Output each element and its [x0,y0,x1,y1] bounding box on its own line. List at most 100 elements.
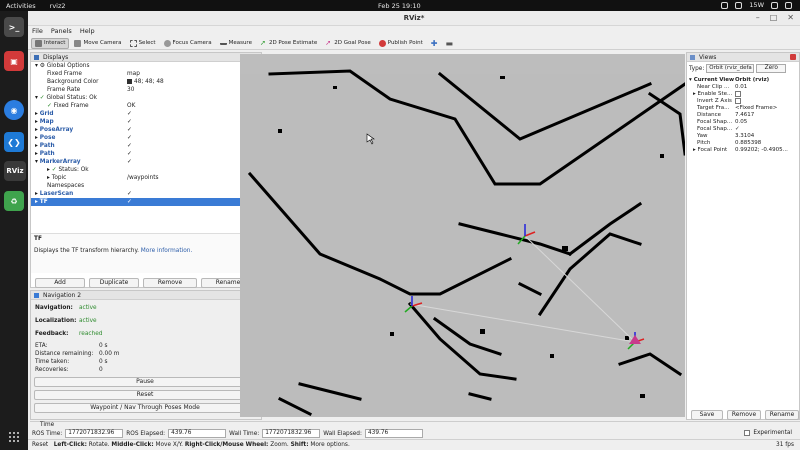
render-3d-view[interactable] [240,54,685,417]
screenshot-app-icon[interactable]: ▣ [4,51,24,71]
close-icon[interactable]: ✕ [787,14,794,22]
map-checkbox[interactable]: ✓ [127,118,132,126]
reset-button[interactable]: Reset [34,390,256,400]
tree-path-2[interactable]: ▸ Path ✓ [31,150,261,158]
enable-stereo-row[interactable]: ▸ Enable Ste... [687,91,799,98]
focal-shape-checkbox[interactable]: ✓ [735,126,740,133]
rename-view-button[interactable]: Rename [765,410,799,420]
color-swatch[interactable] [127,79,132,84]
wall-time-field[interactable]: 1772071832.96 [262,429,321,438]
tree-background-color[interactable]: Background Color 48; 48; 48 [31,78,261,86]
near-clip-row[interactable]: Near Clip ... 0.01 [687,84,799,91]
show-apps-icon[interactable] [9,432,19,442]
focus-camera-tool[interactable]: Focus Camera [161,38,215,49]
current-view-row[interactable]: ▾ Current View Orbit (rviz) [687,77,799,84]
path-1-checkbox[interactable]: ✓ [127,142,132,150]
power-icon[interactable] [785,1,792,9]
view-type-select[interactable]: Orbit (rviz_defa [706,64,755,73]
maximize-icon[interactable]: □ [770,14,778,22]
tree-fixed-frame[interactable]: Fixed Frame map [31,70,261,78]
duplicate-button[interactable]: Duplicate [89,278,139,288]
focal-point-row[interactable]: ▸ Focal Point 0.99202; -0.4905... [687,147,799,154]
add-button[interactable]: Add [35,278,85,288]
menu-file[interactable]: File [32,26,43,36]
tree-markerarray[interactable]: ▾ MarkerArray ✓ [31,158,261,166]
pitch-row[interactable]: Pitch 0.885398 [687,140,799,147]
tree-marker-status[interactable]: ▸ ✓ Status: Ok [31,166,261,174]
volume-icon[interactable] [771,1,778,9]
add-tool-button[interactable]: ✚ [428,38,441,49]
tree-tf[interactable]: ▸ TF ✓ [31,198,261,206]
vscode-icon[interactable]: ❮❯ [4,132,24,152]
obstacle-point [500,76,505,79]
chrome-icon[interactable]: ◉ [4,100,24,120]
tree-topic[interactable]: ▸ Topic/waypoints [31,174,261,182]
remove-view-button[interactable]: Remove [727,410,761,420]
experimental-checkbox[interactable] [744,430,751,436]
activities-button[interactable]: Activities [6,2,36,10]
network-icon[interactable] [721,1,729,9]
target-frame-row[interactable]: Target Fra... <Fixed Frame> [687,105,799,112]
invert-z-row[interactable]: Invert Z Axis [687,98,799,105]
tree-path-1[interactable]: ▸ Path ✓ [31,142,261,150]
recoveries-row: Recoveries: 0 [35,367,103,373]
tree-posearray[interactable]: ▸ PoseArray ✓ [31,126,261,134]
menu-panels[interactable]: Panels [51,26,72,36]
pose-checkbox[interactable]: ✓ [127,134,132,142]
accessibility-icon[interactable] [735,1,743,9]
path-2-checkbox[interactable]: ✓ [127,150,132,158]
obstacle-point [562,246,568,251]
remove-button[interactable]: Remove [143,278,197,288]
tree-frame-rate[interactable]: Frame Rate 30 [31,86,261,94]
ros-time-field[interactable]: 1772071832.96 [65,429,124,438]
zero-button[interactable]: Zero [756,64,787,73]
occupancy-map[interactable] [240,54,685,417]
distance-row[interactable]: Distance 7.4617 [687,112,799,119]
save-view-button[interactable]: Save [691,410,723,420]
rviz-icon[interactable]: RViz [4,161,26,181]
obstacle-point [390,332,394,336]
focal-shape-size-row[interactable]: Focal Shap... 0.05 [687,119,799,126]
trash-icon[interactable]: ♻ [4,191,24,211]
tree-laserscan[interactable]: ▸ LaserScan ✓ [31,190,261,198]
pose-estimate-tool[interactable]: ➚ 2D Pose Estimate [257,38,320,49]
terminal-icon[interactable]: >_ [4,17,24,37]
reset-view-button[interactable]: Reset [32,442,48,448]
ros-elapsed-field[interactable]: 439.76 [168,429,227,438]
move-camera-tool[interactable]: Move Camera [71,38,124,49]
tree-global-status[interactable]: ▾ ✓ Global Status: Ok [31,94,261,102]
tree-global-options[interactable]: ▾ ⚙ Global Options [31,62,261,70]
measure-tool[interactable]: Measure [217,38,255,49]
select-tool[interactable]: Select [127,38,159,49]
tree-fixed-frame-status[interactable]: ✓ Fixed Frame OK [31,102,261,110]
tree-pose[interactable]: ▸ Pose ✓ [31,134,261,142]
goal-pose-tool[interactable]: ➚ 2D Goal Pose [322,38,374,49]
posearray-checkbox[interactable]: ✓ [127,126,132,134]
menu-help[interactable]: Help [80,26,95,36]
interact-tool[interactable]: Interact [31,37,70,49]
remove-tool-button[interactable]: ▬ [442,38,456,49]
clock[interactable]: Feb 25 19:10 [378,2,421,10]
minimize-icon[interactable]: – [756,14,760,22]
focal-shape-fixed-row[interactable]: Focal Shap... ✓ [687,126,799,133]
markerarray-checkbox[interactable]: ✓ [127,158,132,166]
obstacle-point [660,154,664,158]
wall-elapsed-field[interactable]: 439.76 [364,429,423,438]
grid-checkbox[interactable]: ✓ [127,110,132,118]
tree-namespaces[interactable]: Namespaces [31,182,261,190]
waypoint-mode-button[interactable]: Waypoint / Nav Through Poses Mode [34,403,256,413]
battery-label[interactable]: 15W [749,1,764,9]
enable-stereo-checkbox[interactable] [735,91,741,97]
app-menu[interactable]: rviz2 [50,2,66,10]
tree-grid[interactable]: ▸ Grid ✓ [31,110,261,118]
pause-button[interactable]: Pause [34,377,256,387]
laserscan-checkbox[interactable]: ✓ [127,190,132,198]
close-icon[interactable] [790,54,796,60]
yaw-row[interactable]: Yaw 3.3104 [687,133,799,140]
tf-checkbox[interactable]: ✓ [127,198,132,206]
minus-icon: ▬ [445,38,453,48]
invert-z-checkbox[interactable] [735,98,741,104]
tree-map[interactable]: ▸ Map ✓ [31,118,261,126]
publish-point-tool[interactable]: Publish Point [376,38,426,49]
more-information-link[interactable]: More information. [141,248,193,254]
